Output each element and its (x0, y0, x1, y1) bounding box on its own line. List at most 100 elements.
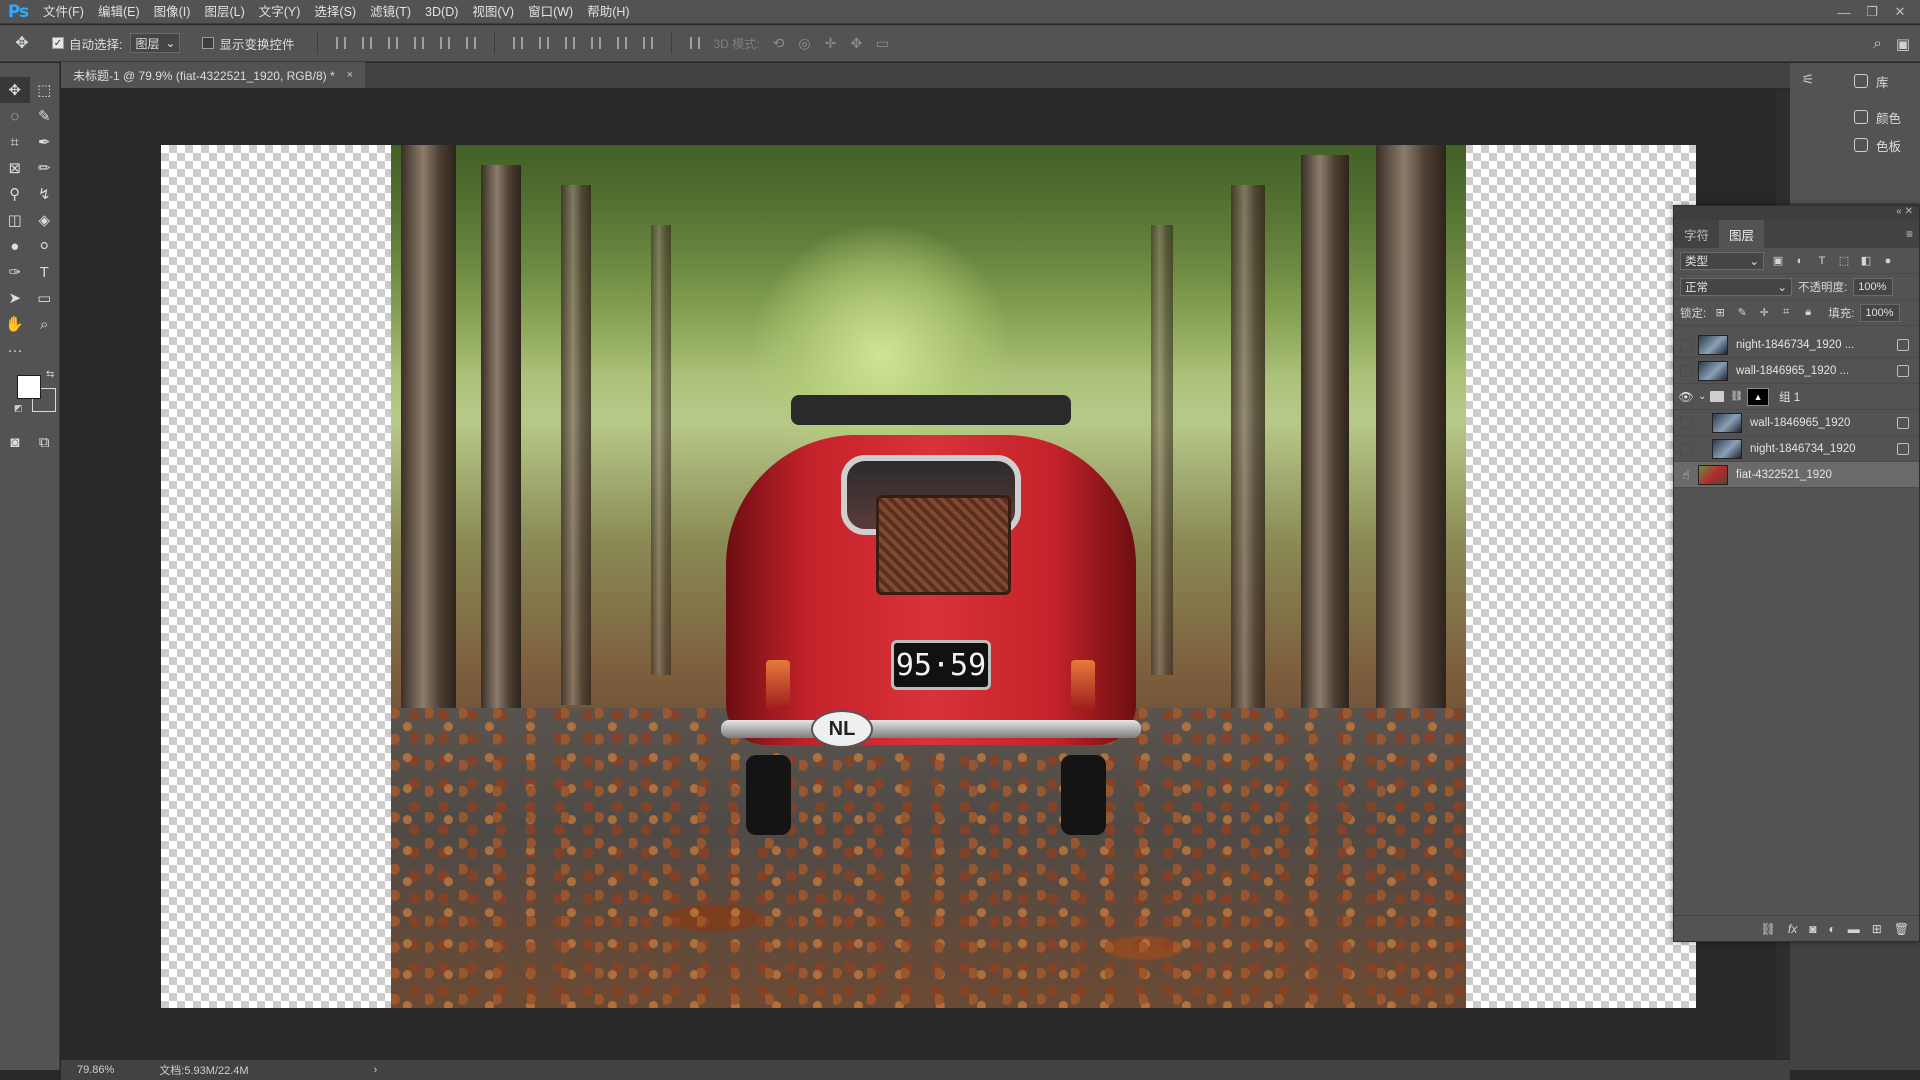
workspace-icon[interactable]: ▣ (1896, 35, 1910, 53)
layer-row[interactable]: wall-1846965_1920 ... (1674, 358, 1919, 384)
lock-all-icon[interactable]: 🔒︎ (1800, 306, 1816, 320)
history-brush-tool-icon[interactable]: ↯ (30, 181, 60, 207)
opacity-field[interactable]: 100% (1853, 277, 1894, 296)
menu-3d[interactable]: 3D(D) (418, 0, 465, 24)
document-tab[interactable]: 未标题-1 @ 79.9% (fiat-4322521_1920, RGB/8)… (61, 62, 366, 88)
visibility-toggle[interactable] (1674, 436, 1698, 462)
menu-file[interactable]: 文件(F) (36, 0, 91, 24)
rectangle-tool-icon[interactable]: ▭ (30, 285, 60, 311)
trash-icon[interactable]: 🗑︎ (1894, 922, 1909, 936)
layer-group-row[interactable]: 👁︎ ⌄ ⛓︎ ▲ 组 1 (1674, 384, 1919, 410)
visibility-toggle[interactable] (1674, 358, 1698, 384)
menu-type[interactable]: 文字(Y) (252, 0, 308, 24)
distribute-right-icon[interactable] (635, 25, 661, 62)
foreground-color-swatch[interactable] (17, 375, 41, 399)
distribute-vcenter-icon[interactable] (531, 25, 557, 62)
visibility-toggle[interactable]: 👁︎ (1674, 384, 1698, 410)
visibility-toggle[interactable]: ☝︎ (1674, 462, 1698, 488)
panel-title-bar[interactable]: « ✕ (1674, 206, 1919, 220)
eraser-tool-icon[interactable]: ◫ (0, 207, 30, 233)
move-tool-icon[interactable]: ✥ (0, 77, 30, 103)
align-top-icon[interactable] (328, 25, 354, 62)
align-hcenter-icon[interactable] (432, 25, 458, 62)
layer-row[interactable]: wall-1846965_1920 (1674, 410, 1919, 436)
filter-smart-object-icon[interactable]: ◧ (1858, 254, 1874, 268)
default-colors-icon[interactable]: ◩ (14, 403, 23, 414)
quick-select-tool-icon[interactable]: ✎ (30, 103, 60, 129)
align-vcenter-icon[interactable] (354, 25, 380, 62)
menu-help[interactable]: 帮助(H) (580, 0, 636, 24)
zoom-tool-icon[interactable]: ⌕ (30, 311, 60, 337)
swap-colors-icon[interactable]: ⇆ (46, 369, 54, 380)
orbit-3d-icon[interactable]: ⟲ (766, 25, 792, 62)
panel-menu-icon[interactable]: ≡ (1906, 227, 1913, 241)
show-transform-option[interactable]: 显示变换控件 (202, 34, 295, 53)
eyedropper-tool-icon[interactable]: ✒ (30, 129, 60, 155)
search-icon[interactable]: ⌕ (1873, 35, 1881, 52)
filter-kind-dropdown[interactable]: 类型 ⌄ (1680, 251, 1764, 270)
filter-adjustment-icon[interactable]: ◐ (1792, 254, 1808, 268)
dodge-tool-icon[interactable]: ⚪ (30, 233, 60, 259)
menu-view[interactable]: 视图(V) (465, 0, 521, 24)
align-bottom-icon[interactable] (380, 25, 406, 62)
menu-select[interactable]: 选择(S) (307, 0, 363, 24)
drag-3d-icon[interactable]: ✛ (818, 25, 844, 62)
libraries-panel-tab[interactable]: 库 (1826, 67, 1920, 95)
visibility-toggle[interactable] (1674, 410, 1698, 436)
chevron-right-icon[interactable]: › (374, 1064, 378, 1076)
visibility-toggle[interactable] (1674, 332, 1698, 358)
more-tools-icon[interactable]: ··· (0, 337, 30, 363)
add-mask-icon[interactable]: ◙ (1809, 922, 1816, 936)
paint-bucket-tool-icon[interactable]: ◈ (30, 207, 60, 233)
type-tool-icon[interactable]: T (30, 259, 60, 285)
layer-row[interactable]: night-1846734_1920 ... (1674, 332, 1919, 358)
lock-position-icon[interactable]: ✛ (1756, 306, 1772, 320)
blur-tool-icon[interactable]: ● (0, 233, 30, 259)
align-left-icon[interactable] (406, 25, 432, 62)
menu-layer[interactable]: 图层(L) (197, 0, 251, 24)
path-select-tool-icon[interactable]: ➤ (0, 285, 30, 311)
lock-transparency-icon[interactable]: ⊞ (1712, 306, 1728, 320)
canvas-area[interactable]: 95·59 NL (61, 90, 1790, 1059)
tab-layers[interactable]: 图层 (1719, 220, 1765, 248)
filter-toggle-icon[interactable]: ● (1880, 254, 1896, 268)
fill-field[interactable]: 100% (1860, 303, 1901, 322)
layer-mask-thumbnail[interactable]: ▲ (1747, 387, 1770, 406)
distribute-top-icon[interactable] (505, 25, 531, 62)
distribute-bottom-icon[interactable] (557, 25, 583, 62)
filter-shape-icon[interactable]: ⬚ (1836, 254, 1852, 268)
distribute-hcenter-icon[interactable] (609, 25, 635, 62)
close-icon[interactable]: × (347, 69, 353, 81)
auto-align-icon[interactable] (682, 25, 708, 62)
minimize-button[interactable]: — (1830, 0, 1858, 24)
screen-mode-icon[interactable]: ⧉ (30, 429, 60, 455)
align-right-icon[interactable] (458, 25, 484, 62)
new-layer-icon[interactable]: ⊞ (1872, 922, 1882, 936)
blend-mode-dropdown[interactable]: 正常 ⌄ (1680, 277, 1792, 296)
stamp-tool-icon[interactable]: ⚲ (0, 181, 30, 207)
lock-artboard-icon[interactable]: ⌗ (1778, 306, 1794, 320)
scale-3d-icon[interactable]: ▭ (870, 25, 896, 62)
lock-pixels-icon[interactable]: ✎ (1734, 306, 1750, 320)
marquee-tool-icon[interactable]: ⬚ (30, 77, 60, 103)
new-group-icon[interactable]: ▬ (1848, 922, 1860, 936)
properties-icon[interactable]: ⚟ (1790, 63, 1826, 95)
hand-tool-icon[interactable]: ✋ (0, 311, 30, 337)
swatches-panel-tab[interactable]: 色板 (1826, 131, 1920, 159)
lasso-tool-icon[interactable]: ◌ (0, 103, 30, 129)
distribute-left-icon[interactable] (583, 25, 609, 62)
layer-row-selected[interactable]: ☝︎ fiat-4322521_1920 (1674, 462, 1919, 488)
close-button[interactable]: ✕ (1886, 0, 1914, 24)
move-tool-preset-icon[interactable]: ✥ (0, 25, 44, 62)
adjustment-layer-icon[interactable]: ◐ (1828, 922, 1835, 936)
layer-row[interactable]: night-1846734_1920 (1674, 436, 1919, 462)
menu-window[interactable]: 窗口(W) (521, 0, 580, 24)
quick-mask-icon[interactable]: ◙ (0, 429, 30, 455)
menu-image[interactable]: 图像(I) (147, 0, 198, 24)
panel-collapse-icon[interactable]: « ✕ (1896, 206, 1913, 217)
crop-tool-icon[interactable]: ⌗ (0, 129, 30, 155)
slide-3d-icon[interactable]: ✥ (844, 25, 870, 62)
auto-select-target-dropdown[interactable]: 图层 ⌄ (130, 33, 181, 53)
fx-icon[interactable]: fx (1788, 922, 1797, 936)
auto-select-checkbox[interactable]: ✓ (52, 37, 64, 49)
